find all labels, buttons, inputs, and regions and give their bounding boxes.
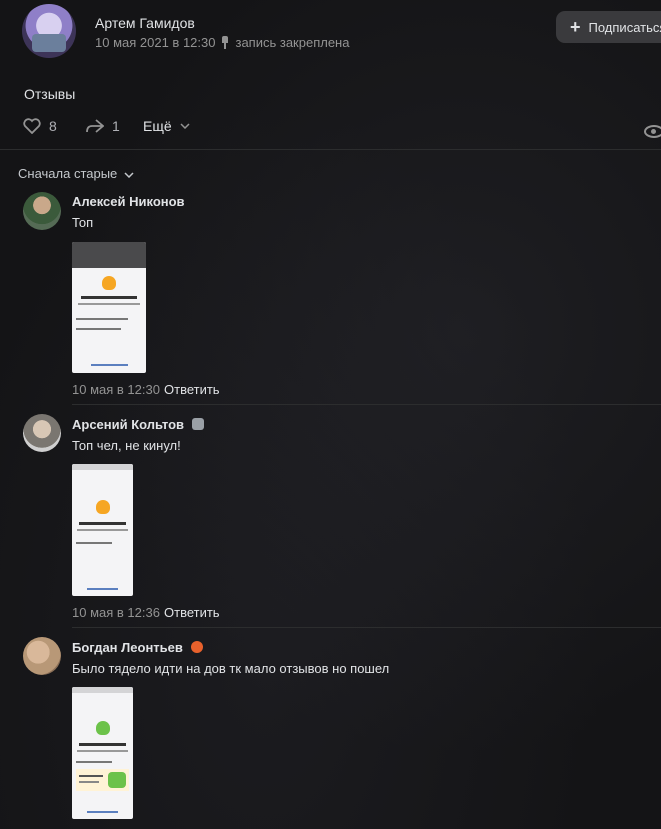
screenshot-subtitle [76,529,129,531]
screenshot-subtitle [77,303,141,305]
post-text: Отзывы [24,86,76,102]
comment-item: Богдан Леонтьев Было тядело идти на дов … [0,635,661,829]
sort-dropdown[interactable]: Сначала старые [18,166,134,181]
comment-author-name: Богдан Леонтьев [72,640,183,655]
avatar[interactable] [23,414,61,452]
screenshot-link [90,364,128,366]
plus-icon: + [570,17,581,37]
screenshot-row [76,318,129,320]
comment-text: Топ чел, не кинул! [72,438,181,453]
reply-button[interactable]: Ответить [164,382,220,397]
screenshot-notification [72,242,146,268]
post-date[interactable]: 10 мая 2021 в 12:30 [95,35,215,50]
post-author[interactable]: Артем Гамидов [95,15,195,31]
screenshot-banner [75,769,130,791]
chevron-down-icon [124,172,134,179]
comment-date[interactable]: 10 мая в 12:36 [72,605,160,620]
screenshot-title [79,522,126,525]
comment-image[interactable] [72,242,146,373]
comment-author[interactable]: Алексей Никонов [72,194,185,209]
pinned-label: запись закреплена [235,35,350,50]
comment-text: Топ [72,215,94,230]
comment-image[interactable] [72,464,133,596]
pin-icon [219,36,231,49]
share-count: 1 [112,118,120,134]
comment-date[interactable]: 10 мая в 12:30 [72,382,160,397]
more-label: Ещё [143,118,172,134]
author-avatar[interactable] [22,4,76,58]
avatar[interactable] [23,192,61,230]
avatar[interactable] [23,637,61,675]
screenshot-title [79,743,126,746]
comment-author[interactable]: Богдан Леонтьев [72,640,203,655]
heart-icon [23,118,41,134]
more-button[interactable]: Ещё [143,118,190,134]
screenshot-row [75,542,113,544]
share-icon [86,119,104,133]
comment-item: Арсений Кольтов Топ чел, не кинул! 10 ма… [0,412,661,627]
subscribe-button[interactable]: + Подписаться [556,11,661,43]
reply-button[interactable]: Ответить [164,605,220,620]
share-button[interactable]: 1 [86,118,120,134]
package-icon [95,500,110,514]
eye-icon [644,125,661,138]
divider [72,404,661,405]
screenshot-statusbar [72,464,133,470]
screenshot-statusbar [72,687,133,693]
screenshot-row [76,328,121,330]
post-meta: 10 мая 2021 в 12:30 запись закреплена [95,35,349,50]
sort-label: Сначала старые [18,166,118,181]
divider [72,627,661,628]
package-icon [102,276,116,290]
package-icon [95,721,110,735]
comment-text: Было тядело идти на дов тк мало отзывов … [72,661,390,676]
screenshot-link [87,811,118,813]
angry-emoji-icon [190,641,203,653]
screenshot-title [80,296,138,299]
like-button[interactable]: 8 [23,118,57,134]
post-header: Артем Гамидов 10 мая 2021 в 12:30 запись… [0,0,661,70]
screenshot-link [87,588,118,590]
chevron-down-icon [180,123,190,129]
comment-image[interactable] [72,687,133,819]
like-count: 8 [49,118,57,134]
post-actions: 8 1 Ещё [0,118,661,148]
screenshot-subtitle [76,750,129,752]
comment-author[interactable]: Арсений Кольтов [72,417,204,432]
comment-author-name: Арсений Кольтов [72,417,185,432]
comment-item: Алексей Никонов Топ 10 мая в 12:30 Ответ… [0,190,661,405]
divider [0,149,661,150]
moai-emoji-icon [191,418,204,430]
subscribe-label: Подписаться [588,19,661,35]
screenshot-row [75,761,113,763]
